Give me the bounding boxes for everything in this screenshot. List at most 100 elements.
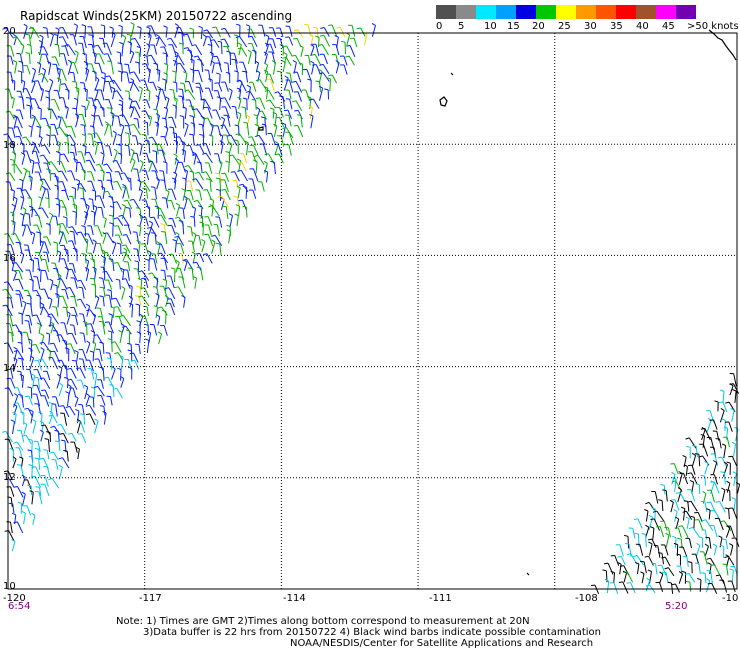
wind-barb-flag [172, 70, 177, 73]
wind-barb-flag [662, 489, 667, 491]
wind-barb [26, 150, 32, 164]
wind-barb [21, 375, 24, 388]
wind-barb-flag [54, 43, 59, 46]
wind-barb [46, 163, 51, 174]
wind-barb-flag [676, 565, 681, 567]
lon-label: -117 [139, 593, 162, 604]
wind-barb [116, 201, 122, 210]
wind-barb [686, 518, 690, 529]
wind-barb [12, 190, 15, 201]
wind-barb [321, 44, 329, 56]
wind-barb [60, 278, 68, 290]
lat-label: 14 [3, 363, 16, 374]
wind-barb-flag [123, 247, 128, 251]
wind-barb-flag [97, 179, 102, 182]
wind-barb-plot [1, 22, 740, 595]
wind-barb [156, 179, 160, 190]
wind-barb [122, 114, 130, 127]
island-clarion [258, 126, 264, 131]
wind-barb [698, 454, 701, 467]
wind-barb [43, 377, 51, 389]
wind-barb-flag [217, 195, 222, 198]
wind-barb [102, 234, 107, 244]
wind-barb-flag [75, 408, 80, 412]
wind-barb-flag [602, 569, 607, 572]
wind-barb [76, 352, 79, 362]
wind-barb [106, 42, 112, 55]
wind-barb-flag [37, 268, 42, 271]
wind-barb-flag [211, 234, 216, 237]
wind-barb-flag [149, 81, 154, 84]
wind-barb-flag [255, 79, 260, 82]
wind-barb [22, 62, 24, 73]
wind-barb-flag [18, 394, 23, 396]
wind-barb-flag [12, 60, 17, 63]
wind-barb-flag [65, 88, 70, 91]
wind-barb [729, 385, 734, 396]
wind-barb-flag [721, 418, 726, 421]
wind-barb [229, 215, 233, 228]
wind-barb-flag [236, 158, 241, 161]
wind-barb [39, 198, 43, 209]
wind-barb-flag [136, 207, 141, 209]
wind-barb [312, 98, 320, 109]
wind-barb-flag [203, 189, 208, 191]
wind-barb-flag [180, 140, 185, 143]
wind-barb-flag [27, 449, 32, 452]
lon-label: -108 [575, 593, 598, 604]
wind-barb [122, 215, 130, 227]
wind-barb-flag [65, 405, 70, 408]
wind-barb-flag [720, 471, 725, 473]
wind-barb-flag [660, 484, 665, 486]
wind-barb [221, 119, 226, 130]
wind-barb [255, 161, 258, 174]
wind-barb-flag [26, 44, 31, 46]
wind-barb-flag [64, 141, 69, 144]
wind-barb [11, 98, 15, 109]
wind-barb [40, 270, 42, 282]
wind-barb-flag [721, 443, 726, 447]
wind-barb-flag [112, 130, 117, 134]
wind-barb-flag [701, 519, 706, 522]
wind-barb [174, 269, 176, 283]
wind-barb [37, 80, 43, 91]
wind-barb-flag [340, 40, 346, 43]
wind-barb [630, 582, 636, 594]
wind-barb-flag [706, 501, 711, 504]
colorbar-label: 40 [636, 21, 649, 32]
wind-barb-flag [226, 50, 231, 53]
wind-barb [663, 521, 668, 531]
wind-barb [205, 152, 213, 164]
wind-barb [733, 473, 737, 487]
wind-barb [193, 153, 197, 165]
wind-barb [185, 73, 188, 83]
colorbar-label: 35 [610, 21, 623, 32]
wind-barb [261, 110, 267, 120]
wind-barb [12, 127, 16, 138]
wind-barb [727, 556, 735, 566]
wind-barb-flag [38, 358, 43, 361]
wind-barb-flag [121, 325, 127, 328]
wind-barb-flag [126, 33, 131, 36]
wind-barb [86, 89, 88, 101]
wind-barb [215, 109, 221, 120]
wind-barb-flag [18, 96, 23, 98]
wind-barb [159, 37, 167, 47]
wind-barb [136, 232, 140, 244]
wind-barb-flag [702, 490, 707, 494]
wind-barb-flag [39, 377, 44, 380]
wind-barb-flag [203, 29, 208, 32]
footnote-line-1: Note: 1) Times are GMT 2)Times along bot… [116, 616, 530, 627]
wind-barb [69, 287, 76, 298]
wind-barb-flag [127, 349, 132, 352]
wind-barb-flag [247, 28, 252, 31]
wind-barb-flag [356, 27, 361, 30]
wind-barb-flag [124, 144, 129, 147]
wind-barb [246, 142, 249, 156]
wind-barb [272, 38, 277, 49]
wind-barb [135, 100, 141, 110]
wind-barb [32, 260, 34, 273]
wind-barb [75, 212, 77, 226]
wind-barb [166, 191, 170, 201]
wind-barb [64, 83, 70, 93]
